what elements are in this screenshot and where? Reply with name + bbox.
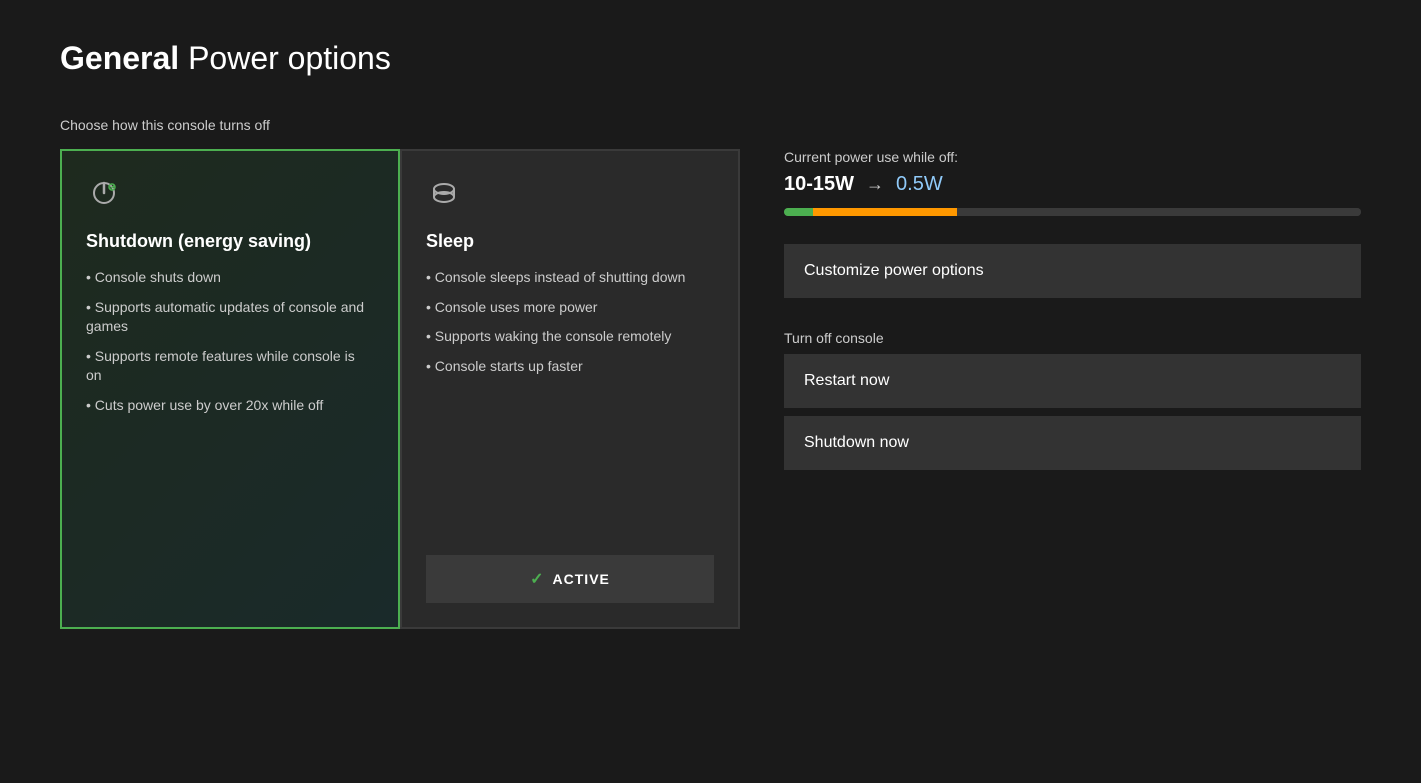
page-title-rest: Power options <box>179 40 391 76</box>
sleep-feature-2: Console uses more power <box>426 298 714 318</box>
power-info: Current power use while off: 10-15W → 0.… <box>784 149 1361 216</box>
sleep-icon <box>426 175 466 215</box>
power-new: 0.5W <box>896 173 943 196</box>
shutdown-card-title: Shutdown (energy saving) <box>86 231 374 252</box>
power-bar <box>784 208 1361 216</box>
sleep-feature-4: Console starts up faster <box>426 357 714 377</box>
shutdown-feature-4: Cuts power use by over 20x while off <box>86 396 374 416</box>
sleep-card[interactable]: Sleep Console sleeps instead of shutting… <box>400 149 740 629</box>
shutdown-icon <box>86 175 126 215</box>
power-cards: Shutdown (energy saving) Console shuts d… <box>60 149 740 629</box>
page-title: General Power options <box>60 40 1361 77</box>
active-label: ACTIVE <box>553 571 610 587</box>
power-values: 10-15W → 0.5W <box>784 173 1361 196</box>
sleep-card-features: Console sleeps instead of shutting down … <box>426 268 714 555</box>
right-panel: Current power use while off: 10-15W → 0.… <box>764 149 1361 470</box>
sleep-card-title: Sleep <box>426 231 714 252</box>
power-arrow: → <box>866 174 884 195</box>
main-content: Shutdown (energy saving) Console shuts d… <box>60 149 1361 629</box>
power-bar-fill <box>784 208 1361 216</box>
page-container: General Power options Choose how this co… <box>60 40 1361 629</box>
shutdown-card-features: Console shuts down Supports automatic up… <box>86 268 374 603</box>
sleep-feature-3: Supports waking the console remotely <box>426 327 714 347</box>
shutdown-feature-2: Supports automatic updates of console an… <box>86 298 374 337</box>
restart-button[interactable]: Restart now <box>784 354 1361 408</box>
shutdown-feature-3: Supports remote features while console i… <box>86 347 374 386</box>
turn-off-label: Turn off console <box>784 330 1361 346</box>
power-current: 10-15W <box>784 173 854 196</box>
shutdown-card[interactable]: Shutdown (energy saving) Console shuts d… <box>60 149 400 629</box>
shutdown-feature-1: Console shuts down <box>86 268 374 288</box>
checkmark-icon: ✓ <box>530 569 544 589</box>
active-badge: ✓ ACTIVE <box>426 555 714 603</box>
section-label: Choose how this console turns off <box>60 117 1361 133</box>
page-title-bold: General <box>60 40 179 76</box>
power-info-label: Current power use while off: <box>784 149 1361 165</box>
customize-button[interactable]: Customize power options <box>784 244 1361 298</box>
shutdown-button[interactable]: Shutdown now <box>784 416 1361 470</box>
sleep-feature-1: Console sleeps instead of shutting down <box>426 268 714 288</box>
